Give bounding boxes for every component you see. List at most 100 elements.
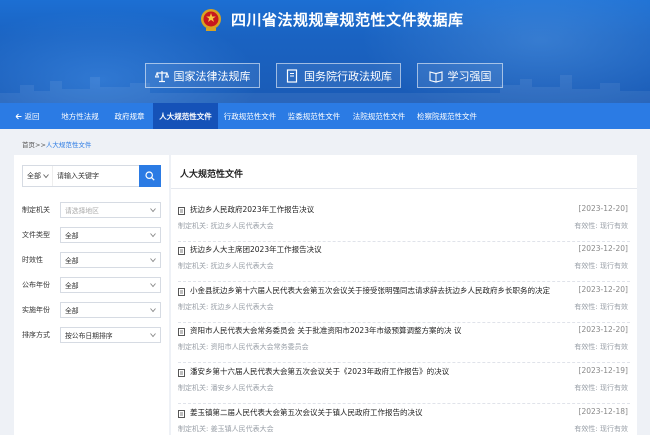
document-list-panel: 人大规范性文件 抚边乡人民政府2023年工作报告决议 [2023-12-20] … (171, 155, 637, 435)
site-title: 四川省法规规章规范性文件数据库 (231, 11, 464, 29)
chevron-down-icon (150, 207, 156, 212)
document-icon (178, 288, 185, 296)
document-date: [2023-12-20] (578, 325, 628, 334)
document-date: [2023-12-20] (578, 285, 628, 294)
filter-row-sort-order: 排序方式 按公布日期排序 (22, 322, 161, 347)
state-council-regulations-button[interactable]: 国务院行政法规库 (276, 63, 401, 88)
document-icon (178, 328, 185, 336)
search-icon (145, 171, 155, 181)
filter-sidebar: 全部 制定机关 请选择地区 文件类型 全部 时效性 (14, 155, 169, 435)
header-banner: 四川省法规规章规范性文件数据库 国家法律法规库 国务院行政法规库 学习强国 (0, 0, 650, 103)
publish-year-select[interactable]: 全部 (60, 276, 161, 293)
document-title-link[interactable]: 资阳市人民代表大会常务委员会 关于批准资阳市2023年市级预算调整方案的决 议 (190, 325, 560, 336)
state-council-regulations-label: 国务院行政法规库 (304, 69, 392, 83)
document-icon (178, 369, 185, 377)
chevron-down-icon (150, 307, 156, 312)
nav-item-administrative-normative-docs[interactable]: 行政规范性文件 (218, 103, 282, 129)
validity-select[interactable]: 全部 (60, 251, 161, 268)
national-law-db-label: 国家法律法规库 (173, 69, 251, 83)
filter-row-publish-year: 公布年份 全部 (22, 272, 161, 297)
filter-row-issuing-authority: 制定机关 请选择地区 (22, 197, 161, 222)
nav-item-npc-normative-docs[interactable]: 人大规范性文件 (153, 103, 218, 129)
filter-list: 制定机关 请选择地区 文件类型 全部 时效性 全部 公布年份 全部 实施年份 全… (22, 197, 161, 347)
chevron-down-icon (43, 174, 49, 179)
filter-value: 全部 (65, 231, 79, 240)
breadcrumb-home[interactable]: 首页 (22, 141, 35, 149)
document-icon (178, 207, 185, 215)
breadcrumb: 首页>>人大规范性文件 (22, 139, 91, 149)
nav-item-supervision-normative-docs[interactable]: 监委规范性文件 (282, 103, 346, 129)
search-input[interactable] (53, 166, 139, 186)
list-item: 抚边乡人大主席团2023年工作报告决议 [2023-12-20] 制定机关: 抚… (178, 242, 630, 282)
document-issuing-authority: 制定机关: 资阳市人民代表大会常务委员会 (178, 343, 309, 351)
book-icon (428, 70, 443, 83)
search-button[interactable] (139, 165, 161, 187)
filter-label: 排序方式 (22, 330, 50, 339)
nav-item-procuratorate-normative-docs[interactable]: 检察院规范性文件 (412, 103, 482, 129)
divider (171, 188, 637, 189)
chevron-down-icon (150, 257, 156, 262)
list-item: 资阳市人民代表大会常务委员会 关于批准资阳市2023年市级预算调整方案的决 议 … (178, 323, 630, 363)
chevron-down-icon (150, 232, 156, 237)
search-bar: 全部 (22, 165, 161, 187)
document-issuing-authority: 制定机关: 抚边乡人民代表大会 (178, 262, 274, 270)
breadcrumb-current: 人大规范性文件 (45, 141, 92, 149)
document-date: [2023-12-18] (578, 407, 628, 416)
national-emblem-icon (201, 9, 221, 31)
filter-label: 文件类型 (22, 230, 50, 239)
filter-value: 全部 (65, 281, 79, 290)
document-issuing-authority: 制定机关: 抚边乡人民代表大会 (178, 222, 274, 230)
back-arrow-icon (15, 113, 21, 119)
filter-row-validity: 时效性 全部 (22, 247, 161, 272)
filter-label: 制定机关 (22, 205, 50, 214)
nav-item-court-normative-docs[interactable]: 法院规范性文件 (346, 103, 412, 129)
document-validity: 有效性: 现行有效 (574, 384, 628, 392)
document-type-select[interactable]: 全部 (60, 226, 161, 243)
back-label: 返回 (24, 111, 40, 121)
national-law-db-button[interactable]: 国家法律法规库 (145, 63, 260, 88)
effective-year-select[interactable]: 全部 (60, 301, 161, 318)
list-title: 人大规范性文件 (180, 170, 244, 180)
document-title-link[interactable]: 抚边乡人大主席团2023年工作报告决议 (190, 244, 560, 255)
document-validity: 有效性: 现行有效 (574, 343, 628, 351)
filter-label: 公布年份 (22, 280, 50, 289)
breadcrumb-separator: >> (35, 141, 46, 149)
document-date: [2023-12-20] (578, 204, 628, 213)
document-validity: 有效性: 现行有效 (574, 303, 628, 311)
filter-value: 全部 (65, 256, 79, 265)
list-item: 小金县抚边乡第十六届人民代表大会第五次会议关于接受张明强同志请求辞去抚边乡人民政… (178, 283, 630, 323)
xuexi-qiangguo-label: 学习强国 (447, 69, 492, 83)
filter-label: 实施年份 (22, 305, 50, 314)
list-item: 抚边乡人民政府2023年工作报告决议 [2023-12-20] 制定机关: 抚边… (178, 202, 630, 242)
document-icon (178, 247, 185, 255)
filter-row-document-type: 文件类型 全部 (22, 222, 161, 247)
scales-icon (154, 70, 169, 82)
document-issuing-authority: 制定机关: 姜玉镇人民代表大会 (178, 425, 274, 433)
chevron-down-icon (150, 332, 156, 337)
issuing-authority-select[interactable]: 请选择地区 (60, 201, 161, 218)
chevron-down-icon (150, 282, 156, 287)
back-button[interactable]: 返回 (0, 103, 54, 129)
document-validity: 有效性: 现行有效 (574, 262, 628, 270)
xuexi-qiangguo-button[interactable]: 学习强国 (417, 63, 503, 88)
quick-links: 国家法律法规库 国务院行政法规库 学习强国 (0, 63, 650, 89)
document-validity: 有效性: 现行有效 (574, 222, 628, 230)
document-title-link[interactable]: 抚边乡人民政府2023年工作报告决议 (190, 204, 560, 215)
document-title-link[interactable]: 潘安乡第十六届人民代表大会第五次会议关于《2023年政府工作报告》的决议 (190, 366, 560, 377)
document-title-link[interactable]: 小金县抚边乡第十六届人民代表大会第五次会议关于接受张明强同志请求辞去抚边乡人民政… (190, 285, 560, 296)
list-item: 姜玉镇第二届人民代表大会第五次会议关于镇人民政府工作报告的决议 [2023-12… (178, 405, 630, 435)
document-issuing-authority: 制定机关: 潘安乡人民代表大会 (178, 384, 274, 392)
filter-row-effective-year: 实施年份 全部 (22, 297, 161, 322)
nav-item-local-regulations[interactable]: 地方性法规 (54, 103, 106, 129)
search-scope-select[interactable]: 全部 (23, 166, 53, 186)
list-item: 潘安乡第十六届人民代表大会第五次会议关于《2023年政府工作报告》的决议 [20… (178, 364, 630, 404)
document-title-link[interactable]: 姜玉镇第二届人民代表大会第五次会议关于镇人民政府工作报告的决议 (190, 407, 560, 418)
document-icon (178, 410, 185, 418)
filter-value: 按公布日期排序 (65, 331, 113, 340)
document-date: [2023-12-20] (578, 244, 628, 253)
document-date: [2023-12-19] (578, 366, 628, 375)
document-icon (286, 68, 298, 83)
filter-value: 请选择地区 (65, 206, 99, 215)
sort-order-select[interactable]: 按公布日期排序 (60, 326, 161, 343)
nav-item-government-rules[interactable]: 政府规章 (106, 103, 153, 129)
